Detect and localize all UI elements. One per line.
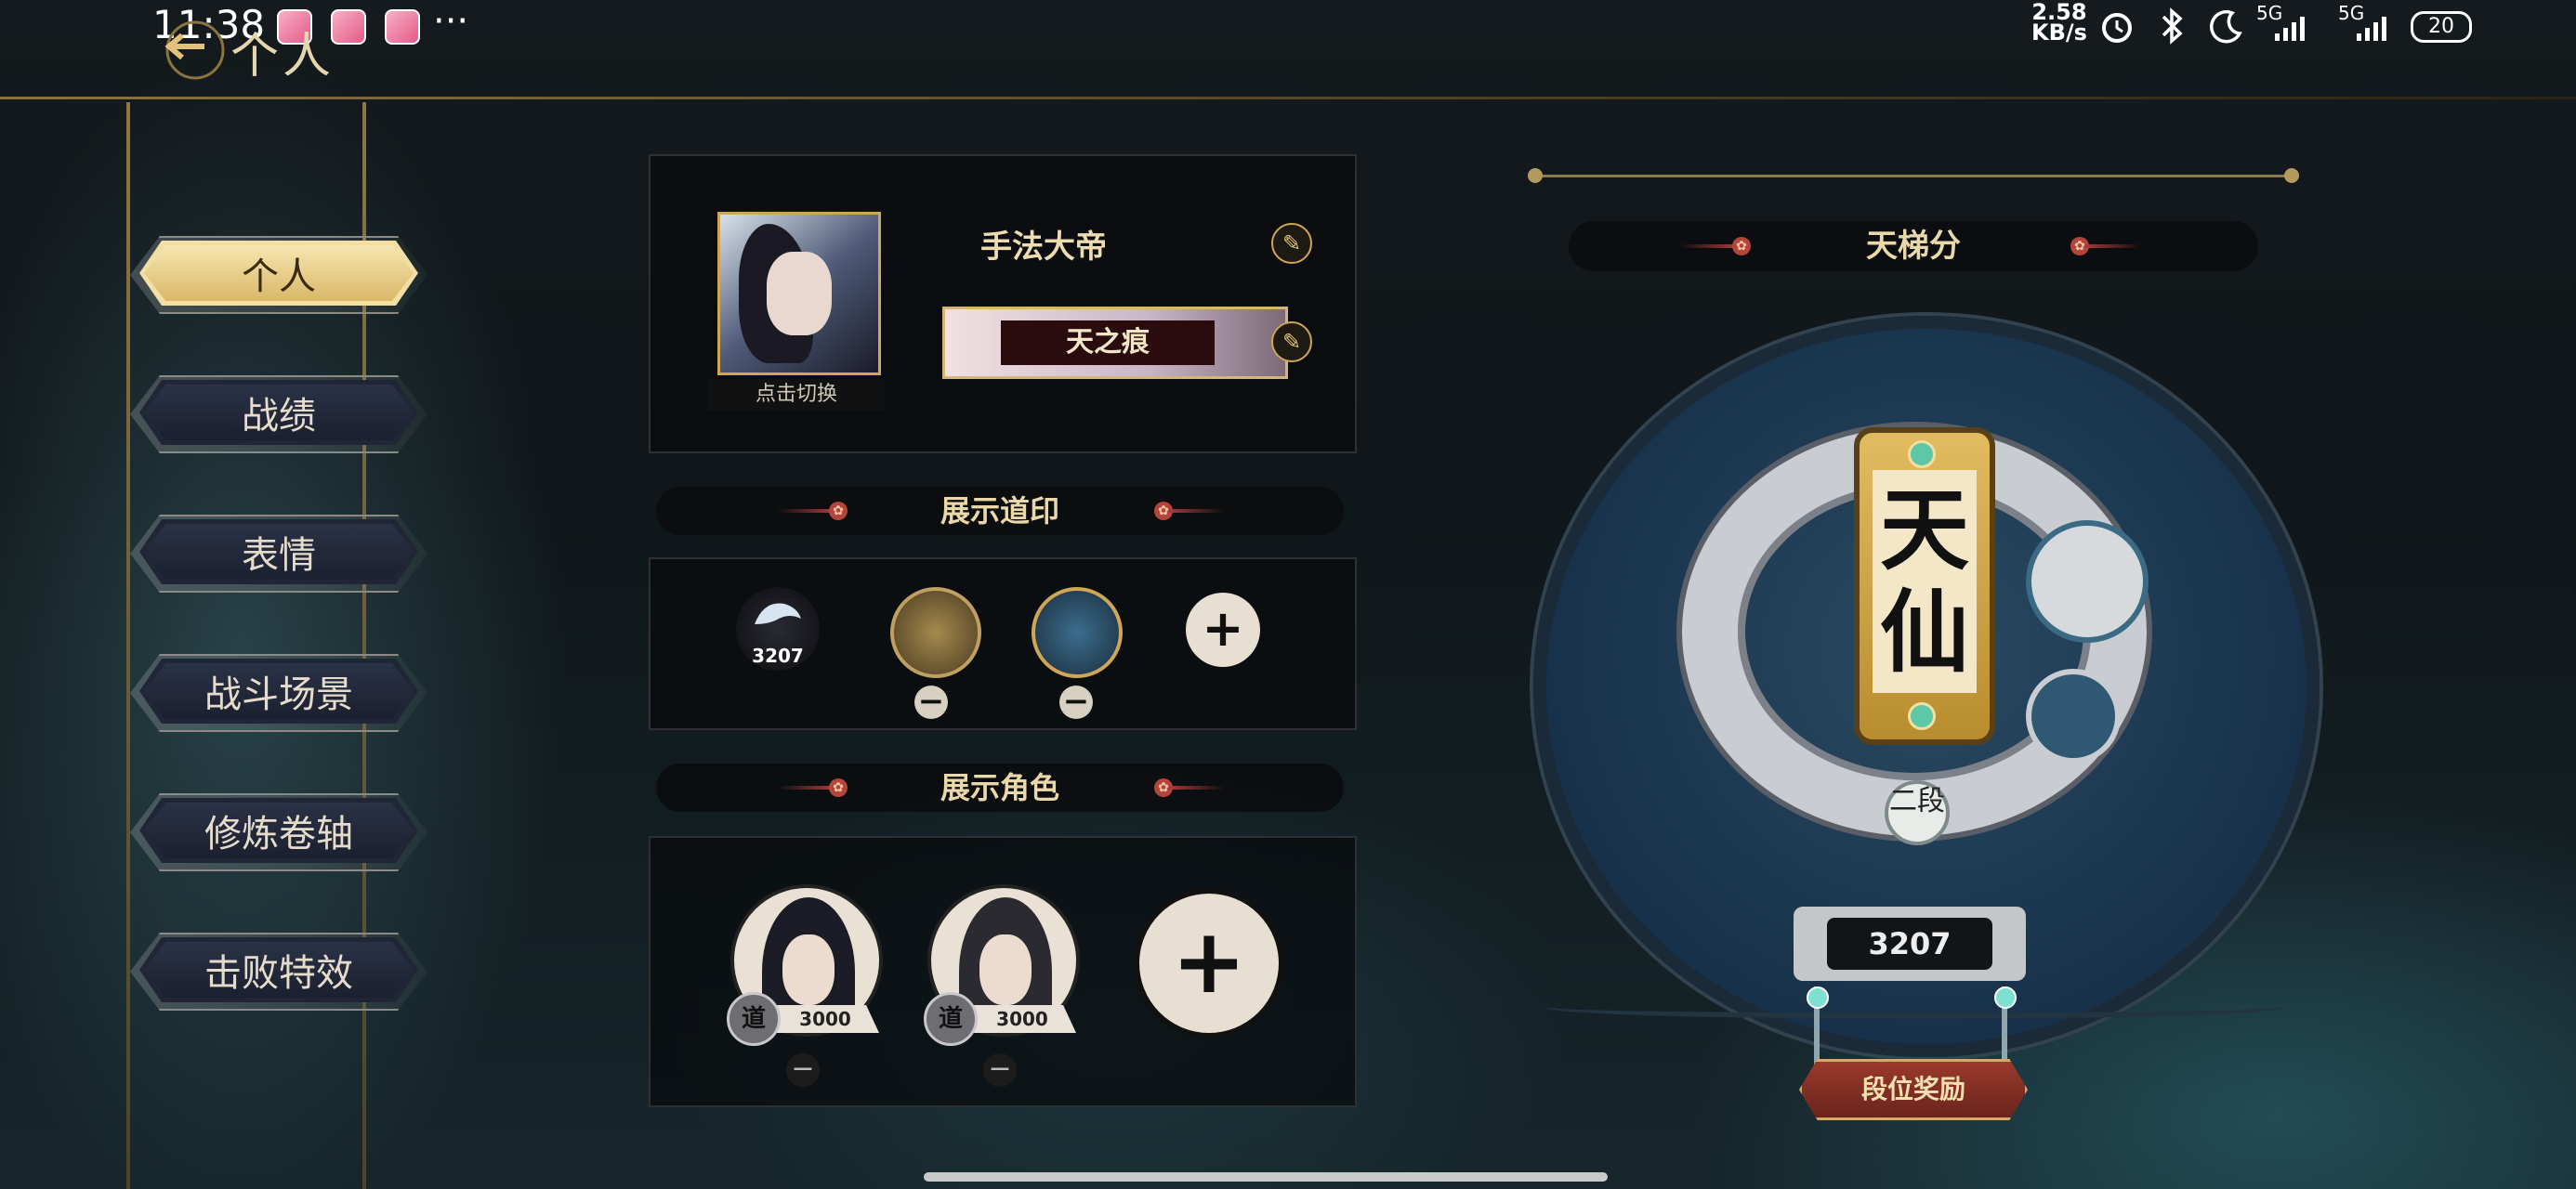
- add-seal-button[interactable]: +: [1186, 593, 1260, 667]
- sim1-network-type: 5G: [2256, 2, 2283, 24]
- horse-icon: [2026, 520, 2149, 643]
- bluetooth-icon: [2162, 7, 2183, 45]
- add-character-button[interactable]: +: [1134, 888, 1284, 1039]
- remove-character-button[interactable]: −: [983, 1053, 1017, 1087]
- rank-tier-badge: 二段: [1885, 780, 1950, 845]
- character-face: [979, 934, 1032, 1005]
- sidebar-item-label: 击败特效: [204, 952, 353, 995]
- character-score: 3000: [771, 1005, 879, 1033]
- gem-icon: [1908, 440, 1936, 468]
- dragon-seal-icon[interactable]: 3207: [736, 587, 820, 671]
- player-avatar[interactable]: [717, 212, 881, 375]
- characters-section-title: 展示角色: [940, 770, 1059, 805]
- notification-app-icon: [331, 9, 366, 45]
- rank-name-top: 天: [1880, 477, 1969, 582]
- sidebar-item-label: 战斗场景: [204, 673, 353, 716]
- sidebar-item-emotes[interactable]: 表情: [139, 519, 418, 584]
- gem-icon: [1908, 702, 1936, 730]
- decorative-dot: [2284, 168, 2299, 183]
- dragon-icon: [755, 603, 801, 624]
- ornament-icon: ✿: [1154, 778, 1225, 797]
- network-speed: 2.58 KB/s: [2031, 0, 2087, 46]
- characters-section-header: ✿ 展示角色 ✿: [656, 764, 1344, 812]
- do-not-disturb-moon-icon: [2210, 9, 2242, 44]
- back-arrow-icon: [164, 20, 225, 80]
- back-button[interactable]: [149, 15, 232, 80]
- ladder-score-value: 3207: [1827, 918, 1992, 970]
- sword-seal-icon[interactable]: [890, 587, 981, 678]
- sidebar-item-label: 修炼卷轴: [204, 813, 353, 856]
- remove-seal-button[interactable]: −: [914, 686, 948, 719]
- header-divider: [0, 97, 2576, 99]
- sidebar-item-personal[interactable]: 个人: [139, 241, 418, 306]
- seals-section-title: 展示道印: [940, 493, 1059, 529]
- sidebar-item-records[interactable]: 战绩: [139, 380, 418, 445]
- tablet-inner: 天 仙: [1873, 470, 1977, 693]
- home-indicator[interactable]: [924, 1172, 1608, 1182]
- sim2-network-type: 5G: [2338, 2, 2365, 24]
- ladder-score-plate: 3207: [1794, 907, 2026, 981]
- sidebar-item-label: 表情: [242, 534, 316, 577]
- seals-section-header: ✿ 展示道印 ✿: [656, 487, 1344, 535]
- profile-panel: 点击切换 手法大帝 ✎ 天之痕 ✎: [649, 154, 1357, 453]
- ladder-score-header: ✿ 天梯分 ✿: [1569, 221, 2258, 271]
- seals-panel: 3207 − − +: [649, 557, 1357, 730]
- character-score: 3000: [968, 1005, 1076, 1033]
- rank-name-bottom: 仙: [1880, 580, 1969, 685]
- notification-app-icon: [385, 9, 420, 45]
- serpent-seal-icon[interactable]: [1032, 587, 1123, 678]
- dial-icon: [2026, 669, 2121, 764]
- character-face: [782, 934, 835, 1005]
- edit-title-button[interactable]: ✎: [1271, 321, 1312, 362]
- player-title-badge[interactable]: 天之痕: [942, 307, 1288, 379]
- rank-tablet: 天 仙: [1854, 427, 1995, 745]
- page-title: 个人: [230, 29, 335, 85]
- alarm-icon: [2102, 13, 2132, 43]
- decorative-knob: [1994, 986, 2017, 1009]
- decorative-arc: [1543, 990, 2286, 1018]
- sidebar-item-defeat-effect[interactable]: 击败特效: [139, 937, 418, 1002]
- pencil-icon: ✎: [1281, 230, 1302, 256]
- decorative-dot: [1528, 168, 1543, 183]
- sidebar-item-cultivation-scroll[interactable]: 修炼卷轴: [139, 798, 418, 863]
- ornament-icon: ✿: [2070, 237, 2141, 255]
- remove-seal-button[interactable]: −: [1059, 686, 1093, 719]
- characters-panel: 3000 道 − 3000 道 − +: [649, 836, 1357, 1107]
- decorative-line: [1535, 175, 2292, 177]
- ladder-score-title: 天梯分: [1866, 228, 1961, 265]
- player-title-text: 天之痕: [1001, 320, 1215, 365]
- player-nickname: 手法大帝: [980, 229, 1107, 266]
- rank-rewards-button[interactable]: 段位奖励: [1799, 1059, 2028, 1120]
- character-rank-badge: 道: [924, 992, 978, 1046]
- character-rank-badge: 道: [727, 992, 781, 1046]
- switch-avatar-label[interactable]: 点击切换: [708, 379, 885, 411]
- rank-emblem[interactable]: 天 仙 二段: [1654, 372, 2175, 873]
- status-bar: 11:38 ··· 2.58 KB/s 5G 5G 20: [0, 0, 2576, 56]
- sidebar-rail: [126, 102, 130, 1189]
- edit-nickname-button[interactable]: ✎: [1271, 223, 1312, 264]
- ornament-icon: ✿: [1154, 502, 1225, 520]
- pencil-icon: ✎: [1281, 329, 1302, 355]
- sidebar-item-label: 个人: [242, 255, 316, 298]
- more-notifications-icon: ···: [433, 0, 469, 43]
- sidebar-item-label: 战绩: [242, 395, 316, 438]
- battery-indicator: 20: [2411, 11, 2472, 43]
- avatar-face: [767, 252, 832, 335]
- decorative-knob: [1807, 986, 1829, 1009]
- seal-label: 3207: [752, 645, 804, 667]
- remove-character-button[interactable]: −: [786, 1053, 820, 1087]
- sidebar-item-battle-scene[interactable]: 战斗场景: [139, 659, 418, 724]
